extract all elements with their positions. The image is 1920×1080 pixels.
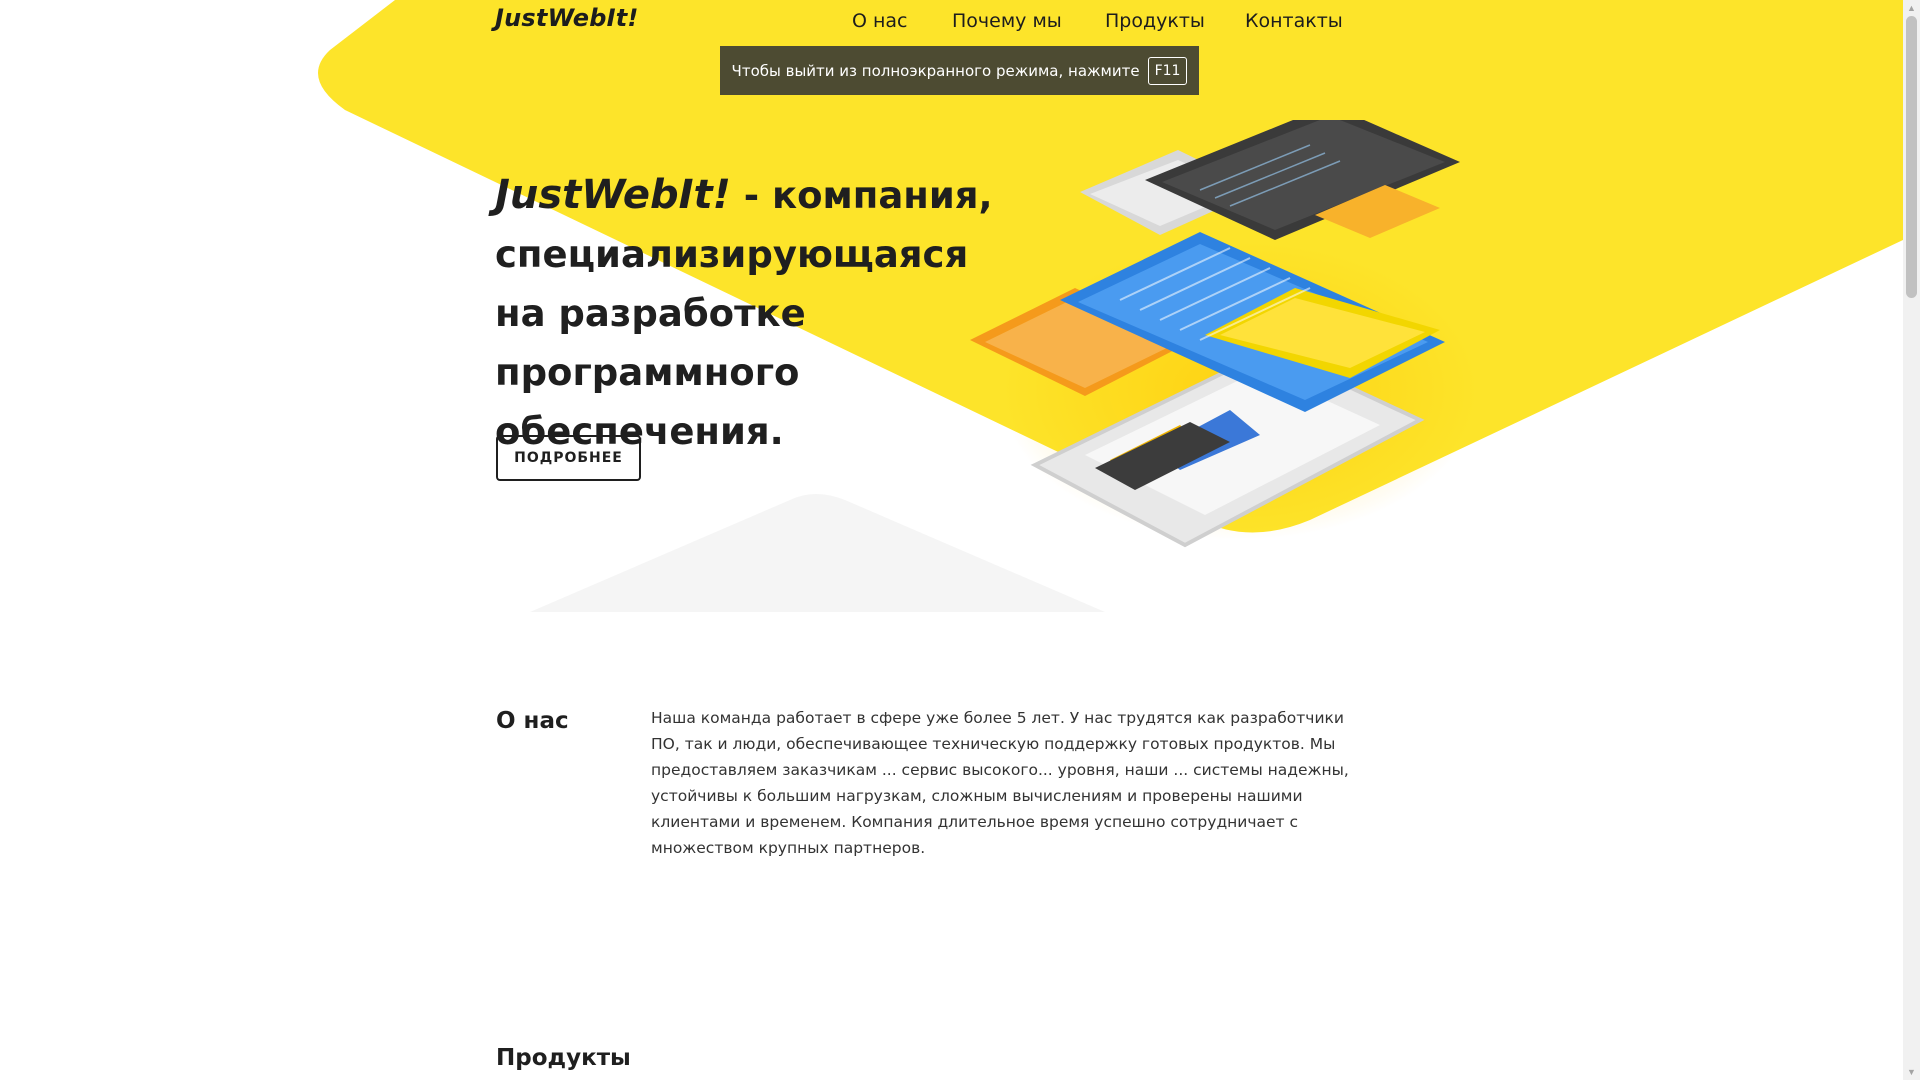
- site-logo[interactable]: JustWebIt!: [495, 4, 639, 32]
- page: JustWebIt! О нас Почему мы Продукты Конт…: [0, 0, 1903, 1080]
- scroll-up-arrow-icon[interactable]: ▲: [1903, 0, 1920, 16]
- fullscreen-notice-text: Чтобы выйти из полноэкранного режима, на…: [731, 61, 1140, 80]
- scrollbar-thumb[interactable]: [1906, 16, 1917, 298]
- more-button[interactable]: ПОДРОБНЕЕ: [496, 435, 641, 481]
- scroll-down-arrow-icon[interactable]: ▼: [1903, 1064, 1920, 1080]
- nav-item-contacts[interactable]: Контакты: [1245, 10, 1343, 32]
- products-section-title: Продукты: [496, 1045, 631, 1071]
- hero-title: JustWebIt! - компания, специализирующаяс…: [495, 166, 1015, 461]
- fullscreen-key-badge: F11: [1147, 56, 1188, 85]
- software-screens-illustration: [970, 120, 1480, 548]
- fullscreen-notice: Чтобы выйти из полноэкранного режима, на…: [720, 46, 1199, 95]
- nav-item-why-us[interactable]: Почему мы: [952, 10, 1062, 32]
- vertical-scrollbar[interactable]: ▲ ▼: [1903, 0, 1920, 1080]
- nav-item-about[interactable]: О нас: [852, 10, 908, 32]
- about-section-title: О нас: [496, 708, 569, 734]
- hero-brand: JustWebIt!: [495, 172, 731, 218]
- about-section-text: Наша команда работает в сфере уже более …: [651, 709, 1349, 857]
- nav-item-products[interactable]: Продукты: [1105, 10, 1205, 32]
